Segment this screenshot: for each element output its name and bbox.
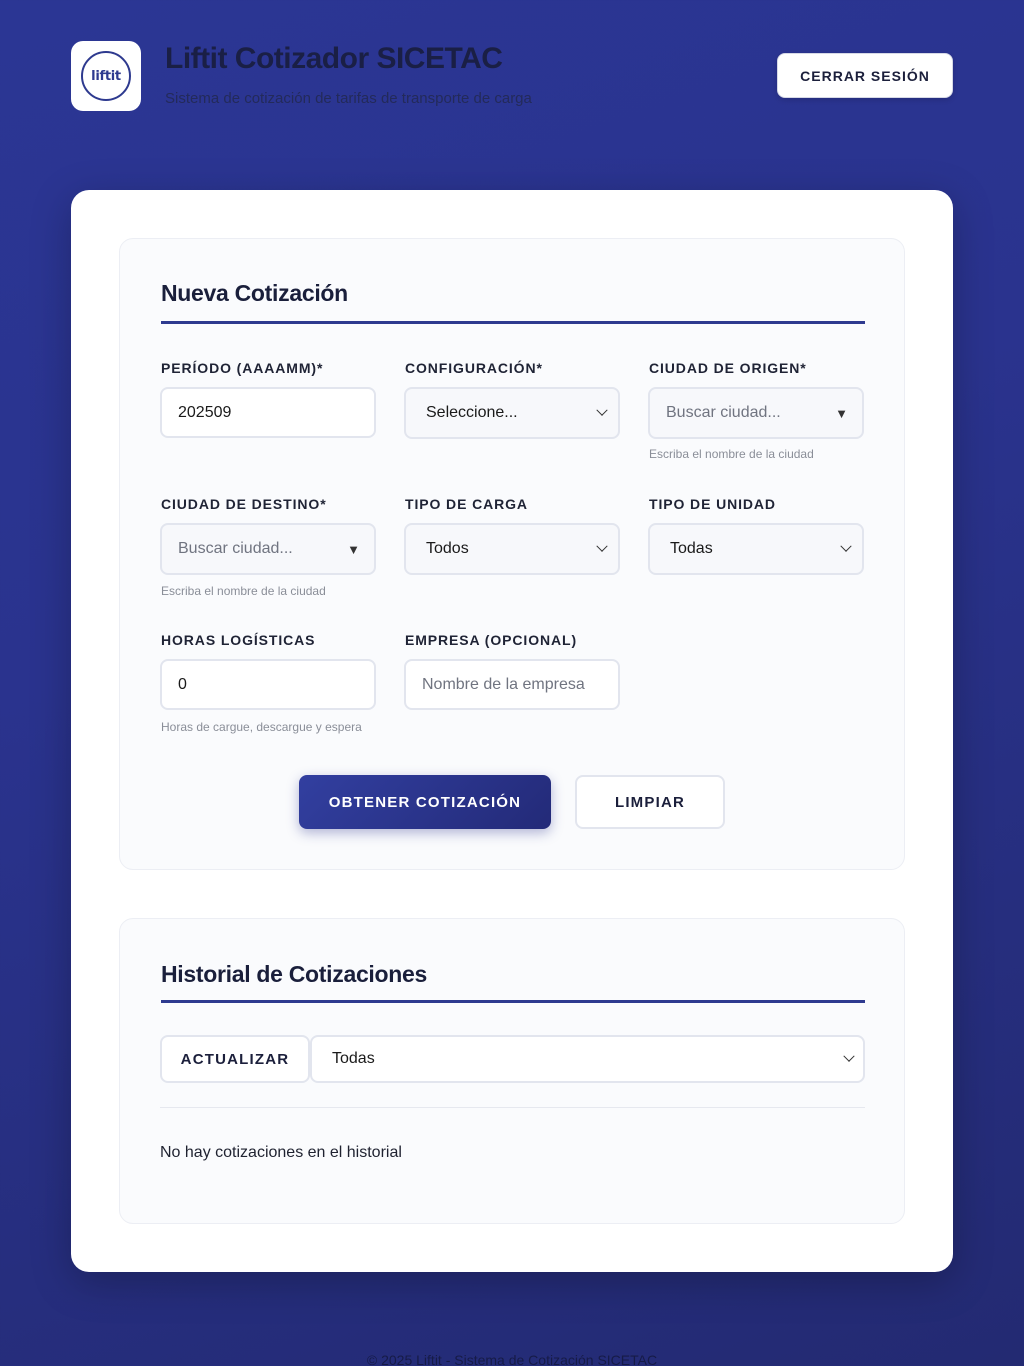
empresa-label: EMPRESA (OPCIONAL) bbox=[405, 632, 578, 648]
empresa-input[interactable]: Nombre de la empresa bbox=[404, 659, 620, 710]
logout-button[interactable]: CERRAR SESIÓN bbox=[777, 53, 953, 98]
chevron-down-icon bbox=[596, 404, 608, 416]
history-panel: Historial de Cotizaciones ACTUALIZAR Tod… bbox=[119, 918, 905, 1224]
chevron-down-icon bbox=[840, 540, 852, 552]
form-title-underline bbox=[161, 321, 865, 324]
main-card: Nueva Cotización PERÍODO (AAAAMM)* 20250… bbox=[71, 190, 953, 1272]
refresh-button[interactable]: ACTUALIZAR bbox=[160, 1035, 310, 1083]
origen-label: CIUDAD DE ORIGEN* bbox=[649, 360, 807, 376]
destino-placeholder: Buscar ciudad... bbox=[178, 540, 293, 557]
footer-text: © 2025 Liftit - Sistema de Cotización SI… bbox=[366, 1352, 658, 1366]
periodo-value: 202509 bbox=[178, 403, 232, 421]
origen-hint: Escriba el nombre de la ciudad bbox=[649, 447, 814, 461]
history-empty-message: No hay cotizaciones en el historial bbox=[160, 1144, 402, 1161]
dropdown-triangle-icon: ▼ bbox=[835, 405, 848, 421]
empresa-placeholder: Nombre de la empresa bbox=[422, 675, 585, 693]
destino-label: CIUDAD DE DESTINO* bbox=[161, 496, 327, 512]
chevron-down-icon bbox=[843, 1050, 855, 1062]
app-logo: liftit bbox=[71, 41, 141, 111]
quote-form-panel: Nueva Cotización PERÍODO (AAAAMM)* 20250… bbox=[119, 238, 905, 870]
horas-hint: Horas de cargue, descargue y espera bbox=[161, 720, 362, 734]
history-title-underline bbox=[161, 1000, 865, 1003]
tipo-unidad-label: TIPO DE UNIDAD bbox=[649, 496, 776, 512]
get-quote-button[interactable]: OBTENER COTIZACIÓN bbox=[299, 775, 551, 829]
origen-placeholder: Buscar ciudad... bbox=[666, 404, 781, 421]
form-title: Nueva Cotización bbox=[161, 280, 348, 306]
horas-label: HORAS LOGÍSTICAS bbox=[161, 632, 316, 648]
periodo-label: PERÍODO (AAAAMM)* bbox=[161, 360, 324, 376]
logo-mark: liftit bbox=[81, 51, 131, 101]
tipo-unidad-value: Todas bbox=[670, 540, 713, 557]
history-filter-select[interactable]: Todas bbox=[310, 1035, 865, 1083]
horas-value: 0 bbox=[178, 675, 187, 693]
destino-search-input[interactable]: Buscar ciudad... ▼ bbox=[160, 523, 376, 575]
configuracion-select[interactable]: Seleccione... bbox=[404, 387, 620, 439]
clear-button[interactable]: LIMPIAR bbox=[575, 775, 725, 829]
tipo-carga-value: Todos bbox=[426, 540, 469, 557]
periodo-input[interactable]: 202509 bbox=[160, 387, 376, 438]
destino-hint: Escriba el nombre de la ciudad bbox=[161, 584, 326, 598]
horas-input[interactable]: 0 bbox=[160, 659, 376, 710]
configuracion-label: CONFIGURACIÓN* bbox=[405, 360, 543, 376]
history-filter-value: Todas bbox=[332, 1050, 375, 1067]
app-subtitle: Sistema de cotización de tarifas de tran… bbox=[165, 90, 532, 107]
tipo-unidad-select[interactable]: Todas bbox=[648, 523, 864, 575]
tipo-carga-select[interactable]: Todos bbox=[404, 523, 620, 575]
dropdown-triangle-icon: ▼ bbox=[347, 541, 360, 557]
app-title: Liftit Cotizador SICETAC bbox=[165, 42, 503, 75]
chevron-down-icon bbox=[596, 540, 608, 552]
history-title: Historial de Cotizaciones bbox=[161, 961, 428, 987]
history-divider bbox=[160, 1107, 865, 1108]
tipo-carga-label: TIPO DE CARGA bbox=[405, 496, 528, 512]
configuracion-value: Seleccione... bbox=[426, 404, 518, 421]
origen-search-input[interactable]: Buscar ciudad... ▼ bbox=[648, 387, 864, 439]
